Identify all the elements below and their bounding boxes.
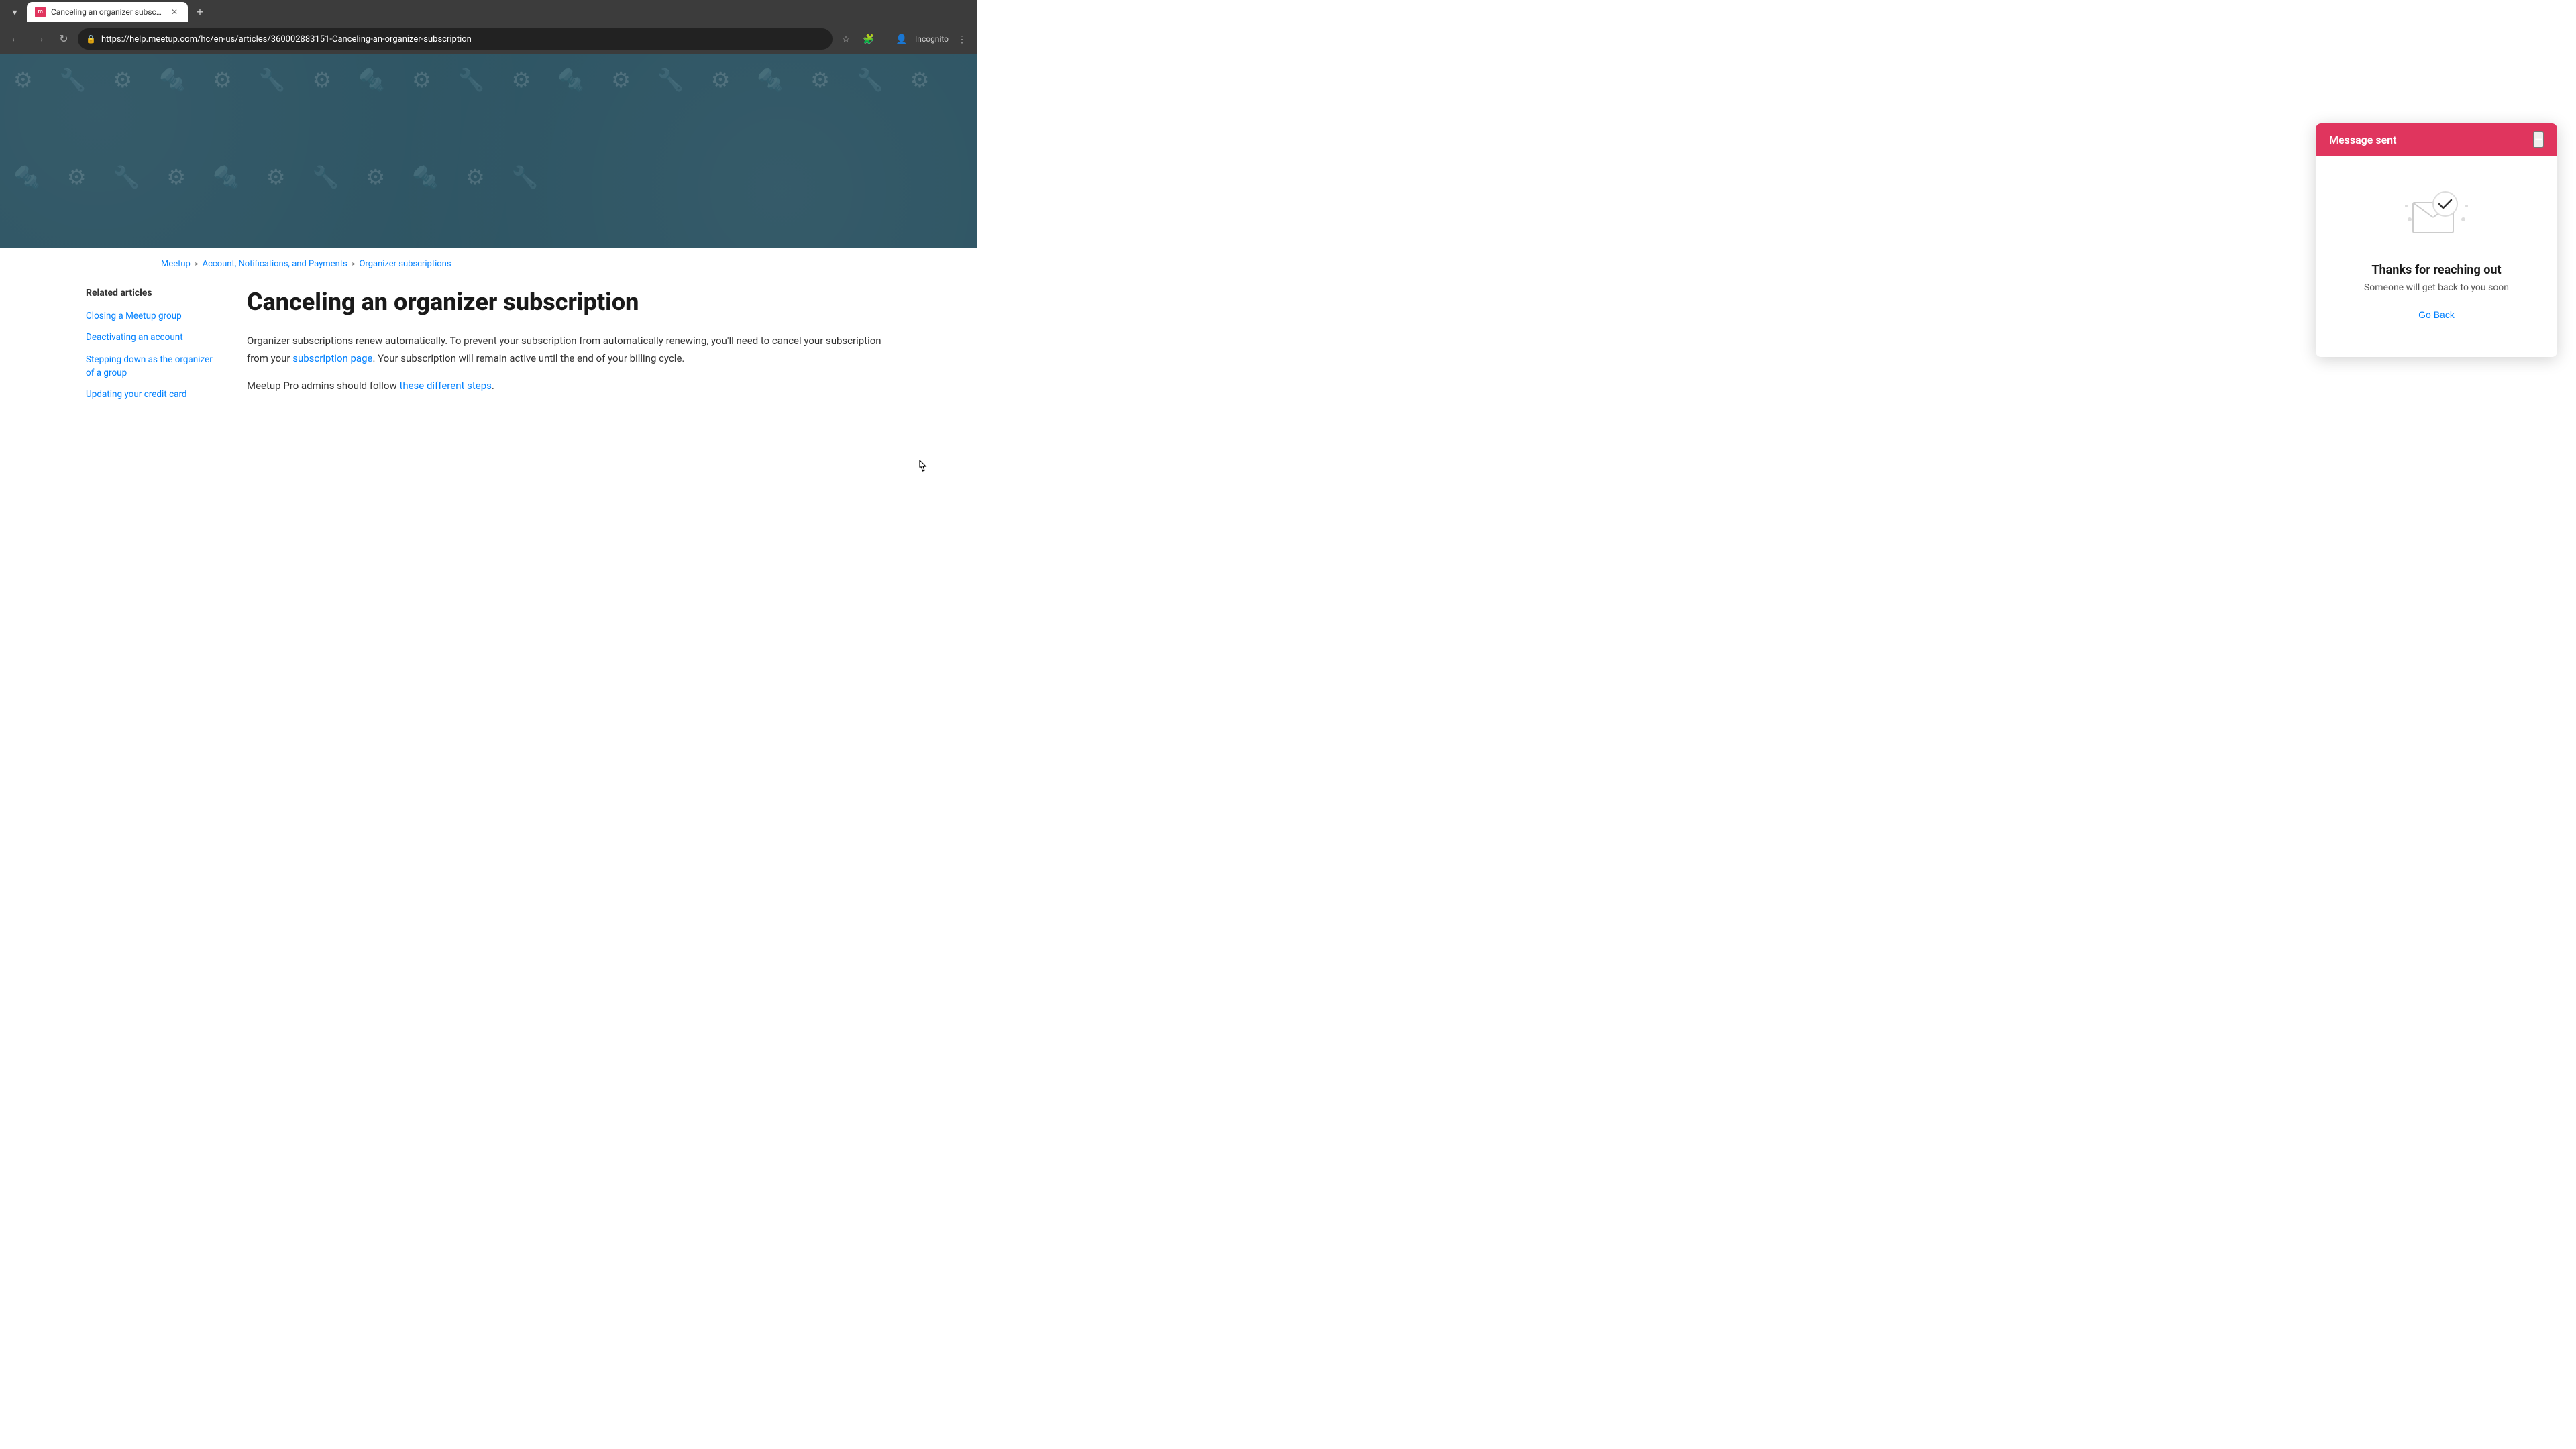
menu-button[interactable]: ⋮ [953,30,971,48]
message-sent-panel: Message sent − Thanks f [2316,123,2557,357]
sidebar: Related articles Closing a Meetup group … [86,274,233,409]
forward-button[interactable]: → [30,29,50,49]
breadcrumb: Meetup > Account, Notifications, and Pay… [0,248,977,274]
tab-switcher-button[interactable]: ▾ [5,3,24,21]
breadcrumb-meetup[interactable]: Meetup [161,259,191,269]
thanks-subtitle: Someone will get back to you soon [2364,282,2509,293]
browser-tab[interactable]: m Canceling an organizer subscri... ✕ [27,2,188,22]
cursor [919,460,927,472]
tab-close-button[interactable]: ✕ [169,7,180,17]
article-paragraph-1: Organizer subscriptions renew automatica… [247,333,891,367]
sidebar-link-deactivating[interactable]: Deactivating an account [86,331,213,344]
page-content: Meetup > Account, Notifications, and Pay… [0,248,977,436]
reload-button[interactable]: ↻ [54,29,74,49]
message-sent-title: Message sent [2329,133,2397,146]
new-tab-button[interactable]: + [191,3,209,21]
incognito-icon: 👤 [896,34,907,45]
thanks-title: Thanks for reaching out [2371,263,2501,277]
breadcrumb-sep-1: > [195,260,199,268]
envelope-check-icon [2400,182,2473,250]
profile-button[interactable]: 👤 [892,30,911,48]
content-layout: Related articles Closing a Meetup group … [86,274,891,436]
article-body: Organizer subscriptions renew automatica… [247,333,891,395]
minimize-button[interactable]: − [2533,131,2544,148]
sidebar-link-stepping-down[interactable]: Stepping down as the organizer of a grou… [86,353,213,380]
envelope-svg [2400,182,2473,250]
go-back-button[interactable]: Go Back [2418,309,2455,320]
address-bar[interactable]: 🔒 https://help.meetup.com/hc/en-us/artic… [78,28,833,50]
message-sent-body: Thanks for reaching out Someone will get… [2316,156,2557,357]
breadcrumb-current[interactable]: Organizer subscriptions [359,259,451,269]
message-sent-header: Message sent − [2316,123,2557,156]
hero-icons-overlay: ⚙🔧⚙🔩⚙ 🔧⚙🔩⚙🔧 ⚙🔩⚙🔧⚙ 🔩⚙🔧⚙🔩 ⚙🔧⚙🔩⚙ 🔧⚙🔩⚙🔧 [0,54,977,248]
article-paragraph-2: Meetup Pro admins should follow these di… [247,378,891,395]
back-button[interactable]: ← [5,29,25,49]
sidebar-link-closing[interactable]: Closing a Meetup group [86,309,213,323]
sidebar-title: Related articles [86,288,213,299]
bookmark-button[interactable]: ☆ [837,30,855,48]
article: Canceling an organizer subscription Orga… [233,274,891,409]
these-different-steps-link[interactable]: these different steps [399,380,491,392]
breadcrumb-sep-2: > [352,260,356,268]
address-bar-row: ← → ↻ 🔒 https://help.meetup.com/hc/en-us… [0,24,977,54]
breadcrumb-account[interactable]: Account, Notifications, and Payments [203,259,347,269]
subscription-page-link[interactable]: subscription page [292,352,372,364]
extensions-button[interactable]: 🧩 [859,30,878,48]
lock-icon: 🔒 [86,34,96,44]
tab-title: Canceling an organizer subscri... [51,7,164,17]
url-text: https://help.meetup.com/hc/en-us/article… [101,34,824,44]
hero-banner: ⚙🔧⚙🔩⚙ 🔧⚙🔩⚙🔧 ⚙🔩⚙🔧⚙ 🔩⚙🔧⚙🔩 ⚙🔧⚙🔩⚙ 🔧⚙🔩⚙🔧 [0,54,977,248]
sidebar-link-credit-card[interactable]: Updating your credit card [86,388,213,401]
tab-bar: ▾ m Canceling an organizer subscri... ✕ … [0,0,977,24]
article-title: Canceling an organizer subscription [247,288,891,317]
incognito-label: Incognito [915,34,949,44]
tab-favicon: m [35,7,46,17]
